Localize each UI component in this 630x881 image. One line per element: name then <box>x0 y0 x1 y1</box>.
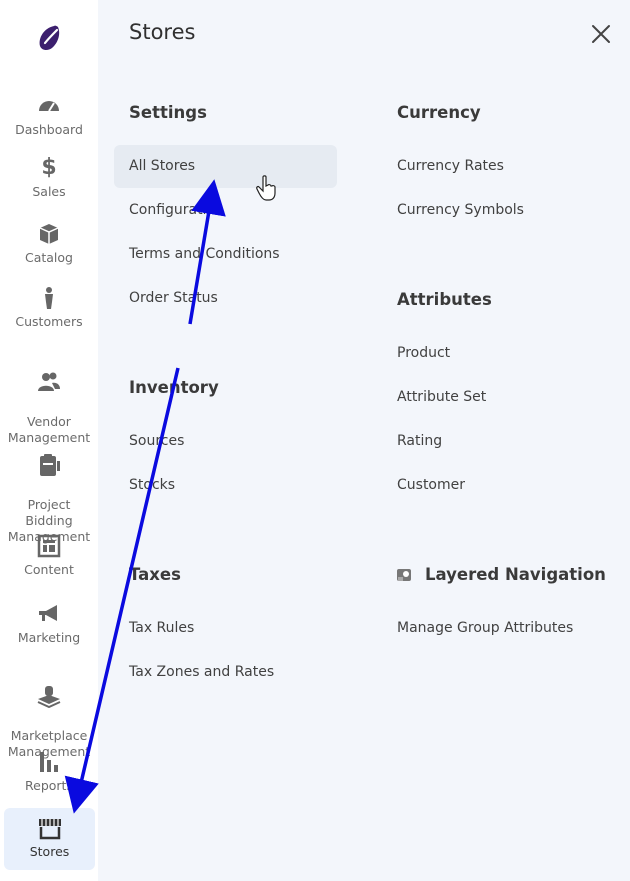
link-manage-group-attributes[interactable]: Manage Group Attributes <box>397 620 573 636</box>
nav-label: Reports <box>25 778 73 793</box>
section-heading-attributes: Attributes <box>397 290 492 309</box>
page-title: Stores <box>129 20 196 44</box>
logo-icon[interactable] <box>36 24 62 52</box>
nav-marketplace-management[interactable]: Marketplace Management <box>0 668 98 760</box>
nav-catalog[interactable]: Catalog <box>0 222 98 266</box>
nav-label: Sales <box>32 184 66 199</box>
layered-navigation-icon <box>397 569 411 581</box>
link-currency-rates[interactable]: Currency Rates <box>397 158 504 174</box>
nav-stores[interactable]: Stores <box>4 808 95 870</box>
person-icon <box>45 287 53 309</box>
hand-cursor-icon <box>256 175 276 201</box>
link-all-stores[interactable]: All Stores <box>114 145 337 188</box>
nav-sales[interactable]: $ Sales <box>0 156 98 200</box>
marketplace-icon <box>37 686 61 708</box>
link-product[interactable]: Product <box>397 345 450 361</box>
storefront-icon <box>38 819 61 840</box>
link-tax-rules[interactable]: Tax Rules <box>129 620 194 636</box>
nav-label: Content <box>24 562 74 577</box>
bar-chart-icon <box>40 752 58 772</box>
link-terms-and-conditions[interactable]: Terms and Conditions <box>129 246 280 262</box>
link-order-status[interactable]: Order Status <box>129 290 218 306</box>
section-heading-settings: Settings <box>129 103 207 122</box>
section-heading-taxes: Taxes <box>129 565 181 584</box>
megaphone-icon <box>39 605 57 621</box>
section-heading-currency: Currency <box>397 103 481 122</box>
link-currency-symbols[interactable]: Currency Symbols <box>397 202 524 218</box>
nav-label: Catalog <box>24 250 73 265</box>
section-heading-inventory: Inventory <box>129 378 219 397</box>
link-customer[interactable]: Customer <box>397 477 465 493</box>
nav-label: Stores <box>29 844 70 859</box>
nav-content[interactable]: Content <box>0 534 98 578</box>
nav-label: Marketing <box>17 630 81 645</box>
link-sources[interactable]: Sources <box>129 433 184 449</box>
nav-marketing[interactable]: Marketing <box>0 602 98 646</box>
nav-project-bidding[interactable]: Project Bidding Management <box>0 437 98 545</box>
link-tax-zones-and-rates[interactable]: Tax Zones and Rates <box>129 664 274 680</box>
close-icon[interactable] <box>589 22 613 46</box>
link-attribute-set[interactable]: Attribute Set <box>397 389 486 405</box>
nav-label: Dashboard <box>15 122 83 137</box>
box-icon <box>39 224 59 244</box>
users-icon <box>38 372 60 391</box>
sidebar: Dashboard $ Sales Catalog Customers Vend… <box>0 0 98 881</box>
nav-reports[interactable]: Reports <box>0 750 98 794</box>
clipboard-icon <box>40 454 60 476</box>
nav-dashboard[interactable]: Dashboard <box>0 94 98 138</box>
nav-label: Customers <box>15 314 83 329</box>
section-heading-layered-navigation: Layered Navigation <box>425 565 606 584</box>
layout-icon <box>37 534 61 558</box>
link-configuration[interactable]: Configuration <box>129 202 224 218</box>
nav-vendor-management[interactable]: Vendor Management <box>0 354 98 446</box>
link-stocks[interactable]: Stocks <box>129 477 175 493</box>
link-rating[interactable]: Rating <box>397 433 442 449</box>
nav-customers[interactable]: Customers <box>0 286 98 330</box>
gauge-icon <box>39 101 59 112</box>
dollar-icon: $ <box>41 155 57 180</box>
